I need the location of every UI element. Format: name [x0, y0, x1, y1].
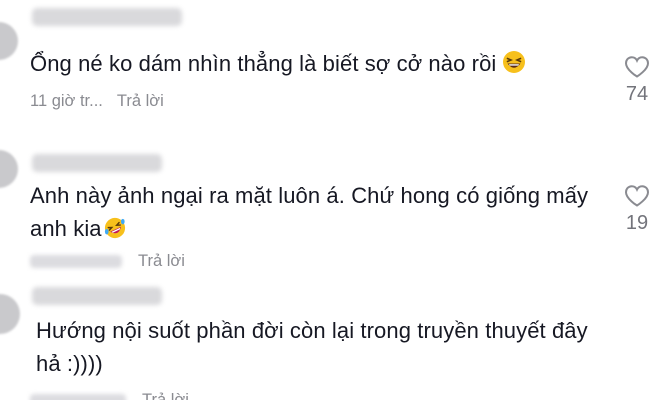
- comment-timestamp: [30, 394, 126, 400]
- avatar[interactable]: [0, 294, 20, 334]
- heart-outline-icon[interactable]: [612, 184, 662, 208]
- like-button[interactable]: 19: [612, 184, 662, 235]
- comment-item: Hướng nội suốt phần đời còn lại trong tr…: [0, 280, 662, 400]
- reply-link[interactable]: Trả lời: [138, 252, 185, 270]
- comment-timestamp: [30, 255, 122, 269]
- heart-outline-icon[interactable]: [612, 55, 662, 79]
- comment-meta: Trả lời: [30, 391, 189, 400]
- comment-timestamp: 11 giờ tr...: [30, 92, 103, 110]
- comment-item: Anh này ảnh ngại ra mặt luôn á. Chứ hong…: [0, 140, 662, 280]
- grinning-squinting-face-icon: [502, 50, 526, 83]
- reply-link[interactable]: Trả lời: [117, 92, 164, 110]
- comment-text-content: Ổng né ko dám nhìn thẳng là biết sợ cở n…: [30, 51, 497, 76]
- like-count: 19: [625, 212, 649, 234]
- comment-item: Ổng né ko dám nhìn thẳng là biết sợ cở n…: [0, 0, 662, 130]
- comment-text-content: Hướng nội suốt phần đời còn lại trong tr…: [36, 318, 588, 376]
- avatar[interactable]: [0, 22, 18, 60]
- like-button[interactable]: 74: [612, 55, 662, 106]
- reply-link[interactable]: Trả lời: [142, 391, 189, 400]
- avatar[interactable]: [0, 150, 18, 188]
- like-count: 74: [625, 83, 649, 105]
- comment-meta: 11 giờ tr... Trả lời: [30, 92, 164, 111]
- comment-text: Anh này ảnh ngại ra mặt luôn á. Chứ hong…: [30, 179, 610, 248]
- comment-username[interactable]: [32, 154, 162, 172]
- comment-meta: Trả lời: [30, 252, 185, 271]
- comment-username[interactable]: [32, 287, 162, 305]
- comment-text: Hướng nội suốt phần đời còn lại trong tr…: [36, 314, 616, 380]
- comment-list: Ổng né ko dám nhìn thẳng là biết sợ cở n…: [0, 0, 662, 400]
- comment-text: Ổng né ko dám nhìn thẳng là biết sợ cở n…: [30, 47, 610, 83]
- rolling-on-floor-laughing-face-icon: [104, 215, 126, 248]
- comment-username[interactable]: [32, 8, 182, 26]
